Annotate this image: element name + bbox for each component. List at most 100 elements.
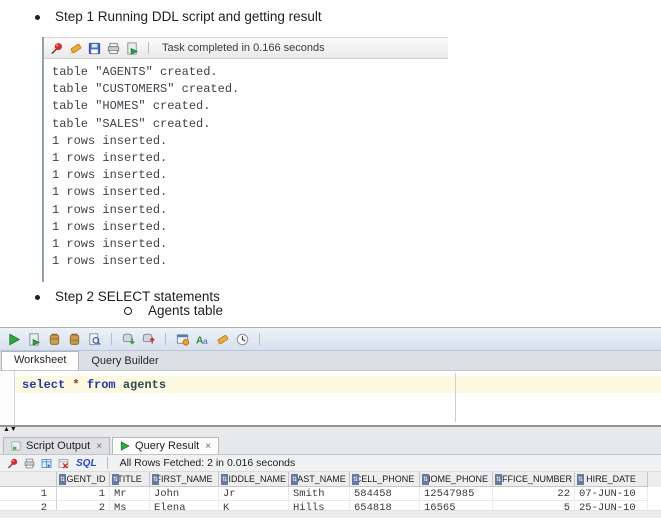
svg-text:a: a xyxy=(203,336,208,346)
change-case-icon[interactable]: Aa xyxy=(195,332,210,347)
rollback-icon[interactable] xyxy=(141,332,156,347)
page: Step 1 Running DDL script and getting re… xyxy=(0,0,661,522)
column-sort-icon[interactable]: ⇅ xyxy=(291,474,298,485)
row-number-header xyxy=(0,472,57,487)
query-result-toolbar-icons xyxy=(6,457,70,470)
sql-button[interactable]: SQL xyxy=(74,458,99,469)
print-icon[interactable] xyxy=(23,457,36,470)
print-icon[interactable] xyxy=(106,41,121,56)
sql-token: * xyxy=(72,378,79,392)
unshared-worksheet-icon[interactable] xyxy=(175,332,190,347)
sql-tuning-icon[interactable] xyxy=(87,332,102,347)
delete-grid-icon[interactable] xyxy=(57,457,70,470)
grid-cell[interactable]: 22 xyxy=(493,487,575,501)
autotrace-icon[interactable] xyxy=(47,332,62,347)
step1-bullet-row: Step 1 Running DDL script and getting re… xyxy=(35,9,322,24)
script-output-line: table "HOMES" created. xyxy=(52,98,448,115)
pane-splitter[interactable]: ▲▼ xyxy=(0,425,661,435)
tab-script-output[interactable]: Script Output × xyxy=(3,437,110,454)
script-output-line: 1 rows inserted. xyxy=(52,167,448,184)
pushpin-icon[interactable] xyxy=(49,41,64,56)
pushpin-icon[interactable] xyxy=(6,457,19,470)
column-sort-icon[interactable]: ⇅ xyxy=(221,474,228,485)
sql-history-icon[interactable] xyxy=(235,332,250,347)
toolbar-separator xyxy=(259,333,260,345)
column-sort-icon[interactable]: ⇅ xyxy=(152,474,159,485)
bullet-dot xyxy=(35,295,40,300)
tab-worksheet[interactable]: Worksheet xyxy=(1,351,79,370)
column-header-first_name[interactable]: ⇅FIRST_NAME xyxy=(150,472,219,487)
grid-cell[interactable]: Smith xyxy=(289,487,350,501)
column-header-hire_date[interactable]: ⇅HIRE_DATE xyxy=(575,472,648,487)
column-header-label: FIRST_NAME xyxy=(155,474,212,484)
result-grid-header: ⇅AGENT_ID⇅TITLE⇅FIRST_NAME⇅MIDDLE_NAME⇅L… xyxy=(0,472,661,487)
worksheet-tab-bar: Worksheet Query Builder xyxy=(0,351,661,371)
sql-token: from xyxy=(87,378,116,392)
grid-cell[interactable]: 07-JUN-10 xyxy=(575,487,648,501)
close-icon[interactable]: × xyxy=(205,441,211,452)
splitter-arrows-icon[interactable]: ▲▼ xyxy=(3,425,17,434)
toolbar-separator xyxy=(107,457,108,469)
sql-statement[interactable]: select * from agents xyxy=(22,378,166,392)
fetch-all-icon[interactable] xyxy=(40,457,53,470)
right-margin-guide xyxy=(455,373,456,422)
column-header-label: AGENT_ID xyxy=(60,474,105,484)
editor-gutter xyxy=(0,371,15,425)
grid-cell[interactable]: John xyxy=(150,487,219,501)
column-header-home_phone[interactable]: ⇅HOME_PHONE xyxy=(420,472,493,487)
close-icon[interactable]: × xyxy=(96,441,102,452)
clear-icon[interactable] xyxy=(215,332,230,347)
run-statement-icon[interactable] xyxy=(7,332,22,347)
toolbar-separator xyxy=(111,333,112,345)
script-output-icon xyxy=(10,440,22,452)
column-header-last_name[interactable]: ⇅LAST_NAME xyxy=(289,472,350,487)
column-sort-icon[interactable]: ⇅ xyxy=(352,474,359,485)
task-status-text: Task completed in 0.166 seconds xyxy=(162,42,325,54)
window-bottom-strip xyxy=(0,510,661,518)
script-output-line: 1 rows inserted. xyxy=(52,202,448,219)
script-output-line: 1 rows inserted. xyxy=(52,219,448,236)
query-result-icon xyxy=(119,440,131,452)
step2-sub-bullet-row: Agents table xyxy=(124,303,223,318)
clear-icon[interactable] xyxy=(68,41,83,56)
script-output-line: table "SALES" created. xyxy=(52,116,448,133)
grid-cell[interactable]: 584458 xyxy=(350,487,420,501)
commit-icon[interactable] xyxy=(121,332,136,347)
results-tab-bar: Script Output × Query Result × xyxy=(0,435,661,455)
grid-cell[interactable]: Jr xyxy=(219,487,289,501)
row-number-cell[interactable]: 1 xyxy=(0,487,57,501)
column-header-cell_phone[interactable]: ⇅CELL_PHONE xyxy=(350,472,420,487)
tab-query-result[interactable]: Query Result × xyxy=(112,437,219,454)
column-header-label: HOME_PHONE xyxy=(424,474,488,484)
column-header-label: TITLE xyxy=(117,474,142,484)
sql-editor[interactable]: select * from agents xyxy=(0,371,661,425)
column-sort-icon[interactable]: ⇅ xyxy=(577,474,584,485)
column-sort-icon[interactable]: ⇅ xyxy=(422,474,429,485)
sqldeveloper-window: Aa Worksheet Query Builder select * from… xyxy=(0,327,661,518)
run-script-icon[interactable] xyxy=(27,332,42,347)
column-header-office_number[interactable]: ⇅OFFICE_NUMBER xyxy=(493,472,575,487)
save-icon[interactable] xyxy=(87,41,102,56)
script-output-line: 1 rows inserted. xyxy=(52,253,448,270)
run-script-icon[interactable] xyxy=(125,41,140,56)
script-output-toolbar-icons xyxy=(49,41,140,56)
column-header-label: OFFICE_NUMBER xyxy=(495,474,572,484)
grid-cell[interactable]: 1 xyxy=(57,487,110,501)
table-row[interactable]: 11MrJohnJrSmith584458125479852207-JUN-10 xyxy=(0,487,661,501)
step2-label: Step 2 SELECT statements xyxy=(55,289,220,304)
script-output-line: 1 rows inserted. xyxy=(52,184,448,201)
bullet-circle xyxy=(124,307,132,315)
grid-cell[interactable]: Mr xyxy=(110,487,150,501)
column-sort-icon[interactable]: ⇅ xyxy=(59,474,66,485)
toolbar-separator xyxy=(165,333,166,345)
column-sort-icon[interactable]: ⇅ xyxy=(495,474,502,485)
tab-label: Script Output xyxy=(26,440,90,452)
column-header-middle_name[interactable]: ⇅MIDDLE_NAME xyxy=(219,472,289,487)
tab-query-builder[interactable]: Query Builder xyxy=(79,353,170,370)
column-header-agent_id[interactable]: ⇅AGENT_ID xyxy=(57,472,110,487)
explain-plan-icon[interactable] xyxy=(67,332,82,347)
column-header-title[interactable]: ⇅TITLE xyxy=(110,472,150,487)
agents-table-label: Agents table xyxy=(148,303,223,318)
column-sort-icon[interactable]: ⇅ xyxy=(112,474,119,485)
grid-cell[interactable]: 12547985 xyxy=(420,487,493,501)
